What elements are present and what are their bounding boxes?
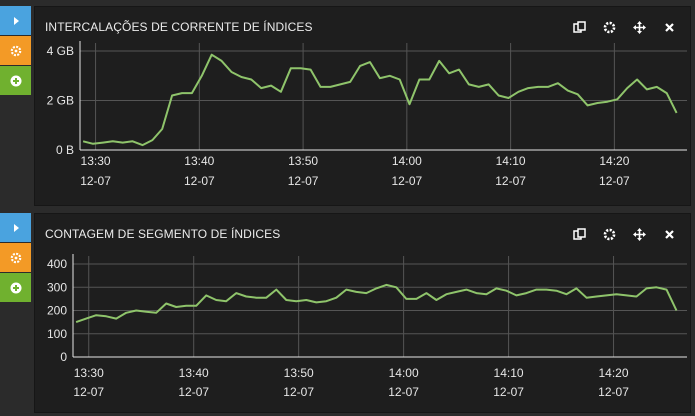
panel-segment-count: CONTAGEM DE SEGMENTO DE ÍNDICES 0 100 200 3… <box>0 213 695 413</box>
x-tick-time: 14:10 <box>496 154 526 168</box>
add-button[interactable] <box>0 66 31 95</box>
panel-box: INTERCALAÇÕES DE CORRENTE DE ÍNDICES 0 B… <box>34 6 691 206</box>
settings-icon <box>10 252 21 263</box>
add-icon <box>10 282 21 293</box>
chart-index-merges: 0 B 2 GB 4 GB 13:30 12-07 13:40 12-07 13:50 12-0… <box>47 41 687 188</box>
x-tick-time: 13:40 <box>179 366 209 380</box>
expand-button[interactable] <box>0 213 31 242</box>
x-tick-date: 12-07 <box>493 385 524 399</box>
x-tick-date: 12-07 <box>391 174 422 188</box>
y-tick-label: 300 <box>47 280 67 294</box>
y-tick-label: 0 B <box>56 143 74 157</box>
play-icon <box>13 16 19 25</box>
y-tick-label: 100 <box>47 327 67 341</box>
y-tick-label: 4 GB <box>47 44 74 58</box>
add-button[interactable] <box>0 273 31 302</box>
y-tick-label: 400 <box>47 257 67 271</box>
play-icon <box>13 223 19 232</box>
panel-box: CONTAGEM DE SEGMENTO DE ÍNDICES 0 100 200 3… <box>34 213 691 413</box>
x-tick-time: 14:10 <box>494 366 524 380</box>
x-tick-time: 14:00 <box>392 154 422 168</box>
x-tick-time: 14:20 <box>599 366 629 380</box>
chart-segment-count: 0 100 200 300 400 13:30 12-07 13:40 12-07 13:50 12… <box>47 254 687 399</box>
x-tick-date: 12-07 <box>388 385 419 399</box>
x-tick-date: 12-07 <box>288 174 319 188</box>
x-tick-date: 12-07 <box>80 174 111 188</box>
add-icon <box>10 75 21 86</box>
settings-button[interactable] <box>0 243 31 272</box>
y-tick-label: 200 <box>47 304 67 318</box>
x-tick-date: 12-07 <box>73 385 104 399</box>
x-tick-time: 13:30 <box>81 154 111 168</box>
settings-icon <box>10 45 21 56</box>
x-tick-time: 13:40 <box>184 154 214 168</box>
settings-button[interactable] <box>0 36 31 65</box>
x-tick-time: 14:00 <box>389 366 419 380</box>
expand-button[interactable] <box>0 6 31 35</box>
x-tick-date: 12-07 <box>178 385 209 399</box>
x-tick-time: 13:50 <box>284 366 314 380</box>
y-tick-label: 2 GB <box>47 94 74 108</box>
x-tick-date: 12-07 <box>283 385 314 399</box>
y-tick-label: 0 <box>60 350 67 364</box>
x-tick-date: 12-07 <box>184 174 215 188</box>
x-tick-date: 12-07 <box>599 174 630 188</box>
series-line <box>82 53 678 147</box>
x-tick-time: 13:50 <box>288 154 318 168</box>
x-tick-time: 14:20 <box>599 154 629 168</box>
x-tick-date: 12-07 <box>495 174 526 188</box>
series-line <box>75 283 678 324</box>
x-tick-date: 12-07 <box>598 385 629 399</box>
x-tick-time: 13:30 <box>74 366 104 380</box>
panel-index-merges: INTERCALAÇÕES DE CORRENTE DE ÍNDICES 0 B… <box>0 6 695 206</box>
